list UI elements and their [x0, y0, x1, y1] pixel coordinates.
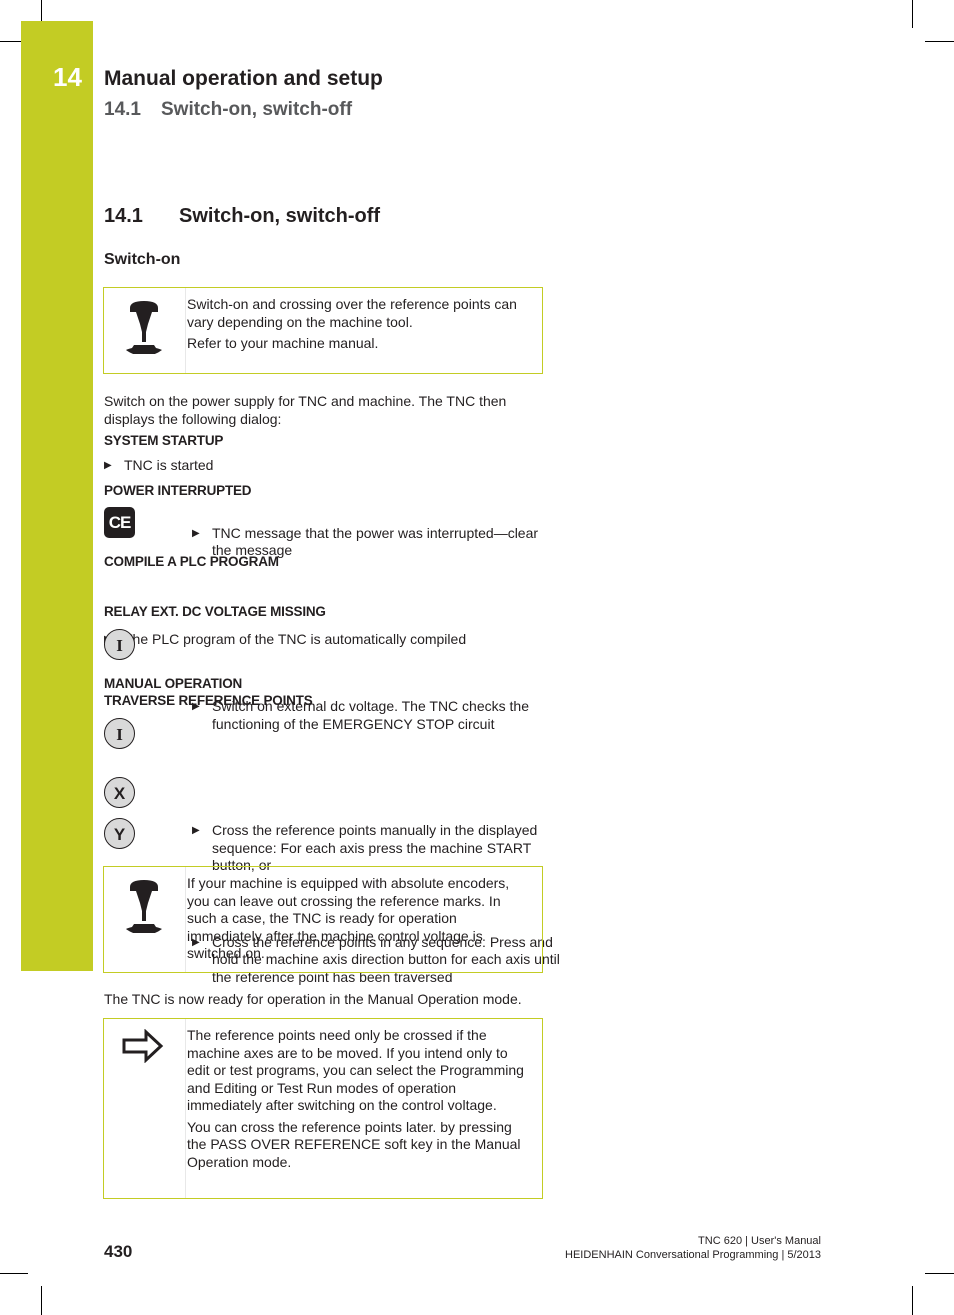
- dialog-compile-plc: COMPILE A PLC PROGRAM: [104, 554, 279, 569]
- dialog-relay-dc-voltage: RELAY EXT. DC VOLTAGE MISSING: [104, 604, 326, 619]
- footer-line: HEIDENHAIN Conversational Programming | …: [565, 1249, 821, 1261]
- step-bullet: ▶ The PLC program of the TNC is automati…: [104, 631, 554, 649]
- chapter-number: 14: [53, 62, 82, 92]
- bullet-triangle-icon: ▶: [192, 825, 200, 836]
- bullet-triangle-icon: ▶: [104, 460, 112, 471]
- tip-note: The reference points need only be crosse…: [103, 1018, 543, 1199]
- running-section-title: Switch-on, switch-off: [161, 99, 353, 120]
- nc-start-key-icon: I: [104, 718, 135, 749]
- section-number: 14.1: [104, 205, 143, 227]
- ready-paragraph: The TNC is now ready for operation in th…: [104, 991, 522, 1007]
- crop-mark: [925, 41, 954, 42]
- note-body: Switch-on and crossing over the referenc…: [187, 296, 534, 357]
- nc-start-key-icon: I: [104, 629, 135, 660]
- bullet-triangle-icon: ▶: [192, 527, 200, 539]
- bullet-text: TNC is started: [124, 457, 214, 473]
- intro-paragraph: Switch on the power supply for TNC and m…: [104, 393, 507, 427]
- page-number: 430: [104, 1242, 133, 1261]
- note-text: Switch-on and crossing over the referenc…: [187, 296, 517, 330]
- dialog-manual-operation: MANUAL OPERATION TRAVERSE REFERENCE POIN…: [104, 675, 313, 709]
- arrow-right-icon: [122, 1029, 164, 1063]
- running-section-number: 14.1: [104, 99, 141, 120]
- note-body: If your machine is equipped with absolut…: [187, 875, 510, 961]
- running-section-header: 14.1 Switch-on, switch-off: [104, 99, 352, 121]
- ce-key-icon: CE: [104, 507, 135, 538]
- footer-info: TNC 620 | User's Manual HEIDENHAIN Conve…: [565, 1234, 821, 1262]
- absolute-encoder-note: If your machine is equipped with absolut…: [103, 866, 543, 973]
- machine-note: Switch-on and crossing over the referenc…: [103, 287, 543, 374]
- crop-mark: [0, 1273, 28, 1274]
- subheading: Switch-on: [104, 251, 181, 268]
- crop-mark: [912, 0, 913, 28]
- crop-mark: [0, 41, 21, 42]
- dialog-power-interrupted: POWER INTERRUPTED: [104, 483, 252, 498]
- footer-line: TNC 620 | User's Manual: [698, 1235, 821, 1247]
- note-divider: [185, 867, 186, 972]
- note-body: The reference points need only be crosse…: [187, 1027, 534, 1175]
- machine-dependent-icon: [126, 880, 162, 933]
- axis-x-key-icon: X: [104, 777, 135, 808]
- note-text: The reference points need only be crosse…: [187, 1027, 524, 1113]
- crop-mark: [912, 1286, 913, 1315]
- section-heading: 14.1 Switch-on, switch-off: [104, 205, 380, 228]
- note-text: You can cross the reference points later…: [187, 1118, 521, 1170]
- machine-dependent-icon: [126, 301, 162, 354]
- chapter-title: Manual operation and setup: [104, 67, 383, 90]
- crop-mark: [41, 1286, 42, 1315]
- note-divider: [185, 1019, 186, 1198]
- dialog-line: MANUAL OPERATION: [104, 676, 243, 691]
- crop-mark: [925, 1273, 954, 1274]
- dialog-system-startup: SYSTEM STARTUP: [104, 433, 224, 448]
- bullet-text: The PLC program of the TNC is automatica…: [124, 630, 467, 647]
- chapter-tab: [21, 21, 93, 971]
- note-text: Refer to your machine manual.: [187, 335, 379, 351]
- dialog-line: TRAVERSE REFERENCE POINTS: [104, 693, 313, 708]
- section-title: Switch-on, switch-off: [179, 205, 381, 227]
- axis-y-key-icon: Y: [104, 818, 135, 849]
- step-bullet: ▶ TNC is started: [104, 457, 554, 475]
- note-divider: [185, 288, 186, 373]
